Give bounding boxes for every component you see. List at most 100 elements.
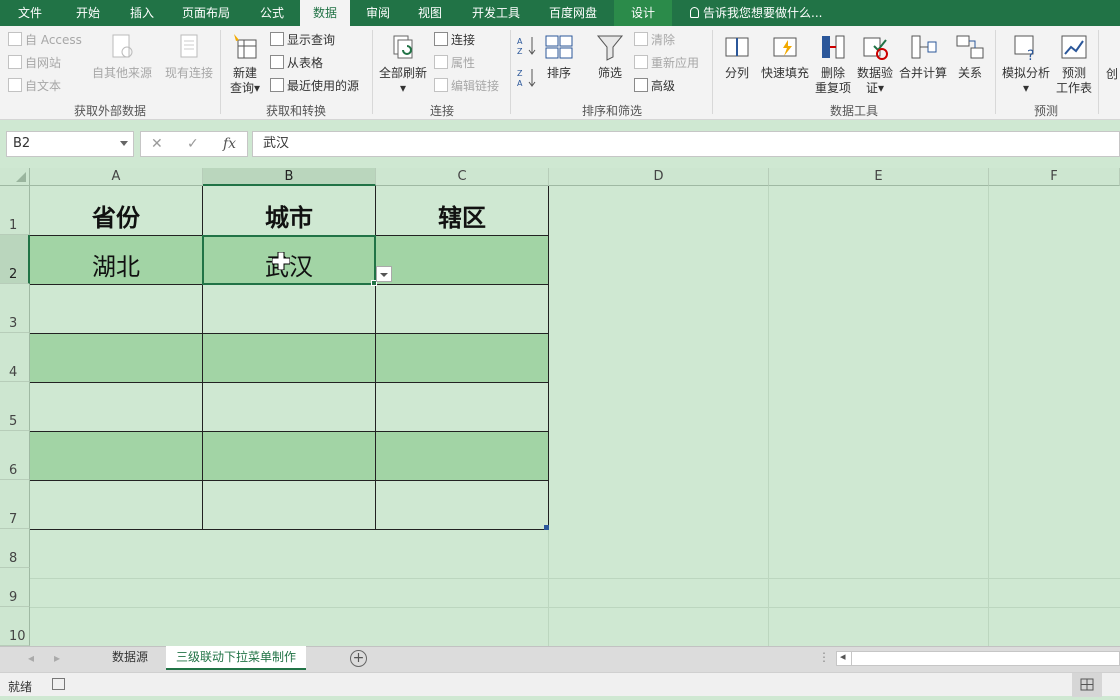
- sort-az-button[interactable]: AZ: [516, 34, 538, 60]
- sheet-tab-dropdown-menu[interactable]: 三级联动下拉菜单制作: [166, 646, 307, 670]
- svg-text:Z: Z: [517, 47, 523, 56]
- svg-text:?: ?: [1027, 48, 1034, 62]
- connections-button[interactable]: 连接: [434, 30, 475, 50]
- tab-review[interactable]: 审阅: [356, 0, 400, 26]
- cell-c1[interactable]: 辖区: [376, 198, 548, 233]
- row-header-10[interactable]: 10: [0, 607, 30, 646]
- access-icon: [8, 32, 22, 46]
- scroll-left-icon[interactable]: ◂: [28, 651, 34, 665]
- text-to-columns-button[interactable]: 分列: [718, 32, 756, 81]
- table-border: [30, 480, 548, 481]
- cell-b1[interactable]: 城市: [203, 198, 375, 233]
- recent-sources-button[interactable]: 最近使用的源: [270, 76, 359, 96]
- tab-page-layout[interactable]: 页面布局: [174, 0, 238, 26]
- tab-home[interactable]: 开始: [66, 0, 110, 26]
- data-validation-icon: [863, 37, 888, 60]
- cell-a2[interactable]: 湖北: [30, 247, 202, 282]
- tab-file[interactable]: 文件: [8, 0, 52, 26]
- create-button-cut-off[interactable]: 创: [1104, 67, 1120, 82]
- from-table-button[interactable]: 从表格: [270, 53, 323, 73]
- refresh-all-button[interactable]: 全部刷新 ▾: [376, 32, 430, 96]
- sort-button[interactable]: 排序: [542, 32, 576, 81]
- from-access-button[interactable]: 自 Access: [8, 30, 82, 50]
- chevron-down-icon: [120, 141, 128, 146]
- filter-button[interactable]: 筛选: [592, 32, 628, 81]
- add-sheet-icon[interactable]: +: [350, 650, 367, 667]
- tab-baidu-pan[interactable]: 百度网盘: [540, 0, 606, 26]
- column-header-b[interactable]: B: [203, 168, 376, 186]
- advanced-filter-button[interactable]: 高级: [634, 76, 675, 96]
- cell-a1[interactable]: 省份: [30, 198, 202, 233]
- tab-developer[interactable]: 开发工具: [462, 0, 530, 26]
- consolidate-button[interactable]: 合并计算: [898, 32, 948, 81]
- select-all-corner[interactable]: [0, 168, 30, 186]
- remove-duplicates-button[interactable]: 删除 重复项: [812, 32, 854, 96]
- show-queries-icon: [270, 32, 284, 46]
- group-separator: [510, 30, 511, 114]
- what-if-analysis-button[interactable]: ? 模拟分析 ▾: [1000, 32, 1052, 96]
- sort-za-button[interactable]: ZA: [516, 66, 538, 92]
- enter-icon[interactable]: ✓: [187, 136, 199, 152]
- tell-me-box[interactable]: 告诉我您想要做什么...: [690, 0, 822, 26]
- formula-input[interactable]: 武汉: [252, 131, 1120, 157]
- row-header-5[interactable]: 5: [0, 382, 30, 431]
- validation-dropdown-button[interactable]: [376, 266, 392, 282]
- other-sources-icon: [112, 34, 133, 58]
- sheet-tab-data-source[interactable]: 数据源: [102, 646, 158, 670]
- edit-links-button[interactable]: 编辑链接: [434, 76, 499, 96]
- clear-filter-button[interactable]: 清除: [634, 30, 675, 50]
- tab-split-handle[interactable]: ⋮: [818, 650, 830, 664]
- horizontal-scrollbar[interactable]: ◂: [836, 650, 1120, 666]
- status-ready: 就绪: [8, 680, 33, 694]
- from-other-sources-button[interactable]: 自其他来源: [90, 32, 154, 81]
- data-validation-button[interactable]: 数据验 证▾: [854, 32, 896, 96]
- macro-record-icon[interactable]: [52, 678, 65, 690]
- column-header-d[interactable]: D: [549, 168, 769, 186]
- column-header-f[interactable]: F: [989, 168, 1120, 186]
- existing-connections-button[interactable]: 现有连接: [162, 32, 216, 81]
- gridline: [988, 186, 989, 646]
- sort-descending-icon: ZA: [517, 69, 536, 88]
- normal-view-button[interactable]: [1072, 673, 1102, 697]
- row-header-1[interactable]: 1: [0, 186, 30, 235]
- reapply-button[interactable]: 重新应用: [634, 53, 699, 73]
- row-header-4[interactable]: 4: [0, 333, 30, 382]
- tab-data[interactable]: 数据: [300, 0, 350, 26]
- group-separator: [712, 30, 713, 114]
- name-box[interactable]: B2: [6, 131, 134, 157]
- row-header-9[interactable]: 9: [0, 568, 30, 607]
- row-header-7[interactable]: 7: [0, 480, 30, 529]
- tab-insert[interactable]: 插入: [120, 0, 164, 26]
- group-separator: [372, 30, 373, 114]
- tab-design[interactable]: 设计: [614, 0, 672, 26]
- flash-fill-button[interactable]: 快速填充: [760, 32, 810, 81]
- grid-view-icon: [1080, 678, 1094, 691]
- cancel-icon[interactable]: ✕: [151, 136, 163, 152]
- properties-button[interactable]: 属性: [434, 53, 475, 73]
- column-header-a[interactable]: A: [30, 168, 203, 186]
- new-query-button[interactable]: 新建 查询▾: [226, 32, 264, 96]
- svg-text:Z: Z: [517, 69, 523, 78]
- gridline: [768, 186, 769, 646]
- column-header-c[interactable]: C: [376, 168, 549, 186]
- relationships-button[interactable]: 关系: [952, 32, 988, 81]
- row-header-8[interactable]: 8: [0, 529, 30, 568]
- forecast-sheet-button[interactable]: 预测 工作表: [1054, 32, 1094, 96]
- row-header-2[interactable]: 2: [0, 235, 30, 284]
- refresh-icon: [393, 35, 413, 59]
- scroll-right-icon[interactable]: ▸: [54, 651, 60, 665]
- row-header-3[interactable]: 3: [0, 284, 30, 333]
- cursor-cross-icon: [272, 252, 290, 270]
- column-header-e[interactable]: E: [769, 168, 989, 186]
- table-resize-handle[interactable]: [544, 525, 549, 530]
- show-queries-button[interactable]: 显示查询: [270, 30, 335, 50]
- group-label-get-external: 获取外部数据: [73, 104, 146, 118]
- tab-view[interactable]: 视图: [408, 0, 452, 26]
- row-header-6[interactable]: 6: [0, 431, 30, 480]
- scroll-left-arrow-icon[interactable]: ◂: [840, 650, 846, 663]
- insert-function-icon[interactable]: fx: [223, 136, 236, 152]
- select-all-triangle-icon: [16, 172, 26, 182]
- from-web-button[interactable]: 自网站: [8, 53, 61, 73]
- tab-formulas[interactable]: 公式: [250, 0, 294, 26]
- from-text-button[interactable]: 自文本: [8, 76, 61, 96]
